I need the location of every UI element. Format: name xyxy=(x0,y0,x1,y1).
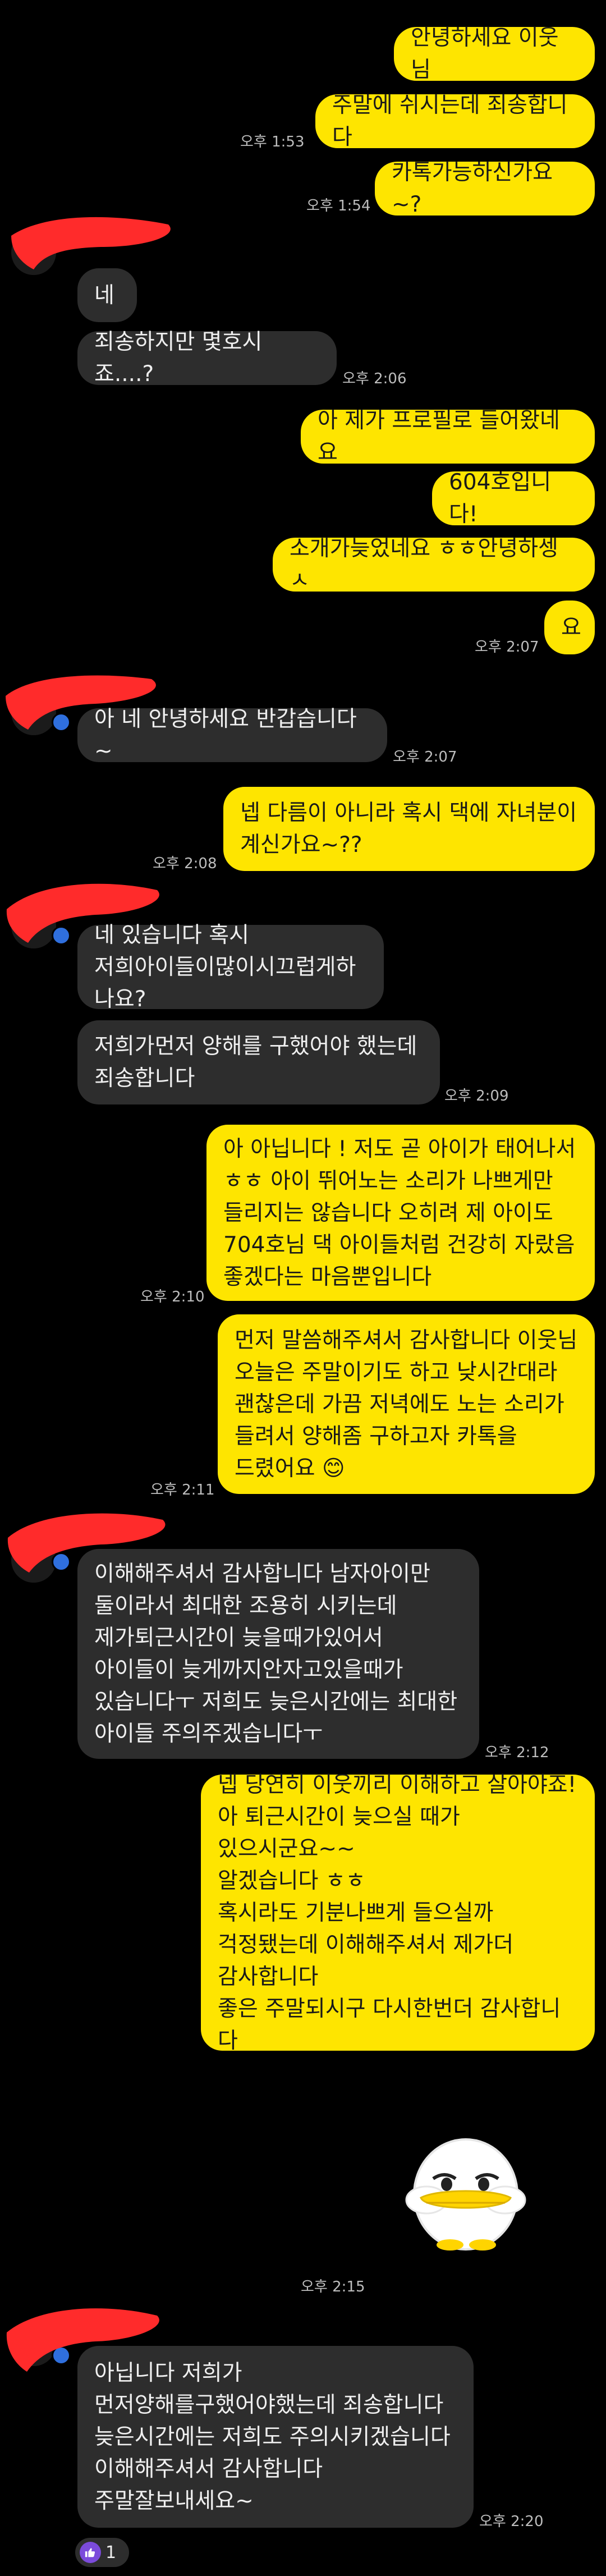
friend-message-bubble[interactable]: 죄송하지만 몇호시죠....? xyxy=(77,329,337,387)
friend-message-bubble[interactable]: 네 xyxy=(77,268,137,322)
reaction-count: 1 xyxy=(105,2542,117,2563)
message-time: 오후 2:12 xyxy=(485,1744,549,1761)
message-time: 오후 2:15 xyxy=(301,2279,365,2295)
my-message-bubble[interactable]: 넵 다름이 아니라 혹시 댁에 자녀분이 계신가요~?? xyxy=(223,787,595,871)
friend-message-bubble[interactable]: 아닙니다 저희가 먼저양해를구했어야했는데 죄송합니다 늦은시간에는 저희도 주… xyxy=(77,2346,474,2528)
message-time: 오후 2:06 xyxy=(342,370,407,387)
message-time: 오후 1:53 xyxy=(240,134,305,150)
my-message-bubble[interactable]: 소개가늦었네요 ㅎㅎ안녕하셍ㅅ xyxy=(273,536,595,593)
message-time: 오후 2:10 xyxy=(140,1289,205,1305)
friend-message-bubble[interactable]: 이해해주셔서 감사합니다 남자아이만 둘이라서 최대한 조용히 시키는데 제가퇴… xyxy=(77,1549,479,1759)
message-time: 오후 1:54 xyxy=(306,198,371,214)
message-time: 오후 2:09 xyxy=(444,1088,509,1104)
reaction-badge[interactable]: 1 xyxy=(75,2538,129,2567)
thumbs-up-icon xyxy=(80,2542,101,2563)
duck-sticker[interactable] xyxy=(393,2110,539,2256)
my-message-bubble[interactable]: 요 xyxy=(544,601,595,654)
my-message-bubble[interactable]: 아 제가 프로필로 들어왔네요 xyxy=(301,408,595,465)
my-message-bubble[interactable]: 아 아닙니다 ! 저도 곧 아이가 태어나서 ㅎㅎ 아이 뛰어노는 소리가 나쁘… xyxy=(206,1125,595,1301)
my-message-bubble[interactable]: 주말에 쉬시는데 죄송합니다 xyxy=(315,93,595,150)
friend-message-bubble[interactable]: 저희가먼저 양해를 구했어야 했는데 죄송합니다 xyxy=(77,1020,440,1104)
chat-room: 안녕하세요 이웃님 주말에 쉬시는데 죄송합니다 오후 1:53 카톡가능하신가… xyxy=(0,0,606,2576)
redaction-scribble xyxy=(11,217,171,269)
my-message-bubble[interactable]: 안녕하세요 이웃님 xyxy=(394,25,595,82)
message-time: 오후 2:07 xyxy=(393,749,457,766)
my-message-bubble[interactable]: 604호입니다! xyxy=(432,470,595,527)
friend-message-bubble[interactable]: 아 네 안녕하세요 반갑습니다~ xyxy=(77,707,387,764)
friend-message-bubble[interactable]: 네 있습니다 혹시 저희아이들이많이시끄럽게하나요? xyxy=(77,923,384,1012)
my-message-bubble[interactable]: 먼저 말씀해주셔서 감사합니다 이웃님 오늘은 주말이기도 하고 낮시간대라 괜… xyxy=(218,1314,595,1494)
message-time: 오후 2:07 xyxy=(475,639,539,656)
message-time: 오후 2:20 xyxy=(479,2513,544,2530)
my-message-bubble[interactable]: 넵 당연히 이웃끼리 이해하고 살아야죠! 아 퇴근시간이 늦으실 때가 있으시… xyxy=(201,1772,595,2054)
message-time: 오후 2:11 xyxy=(150,1482,215,1498)
my-message-bubble[interactable]: 카톡가능하신가요~? xyxy=(375,160,595,217)
